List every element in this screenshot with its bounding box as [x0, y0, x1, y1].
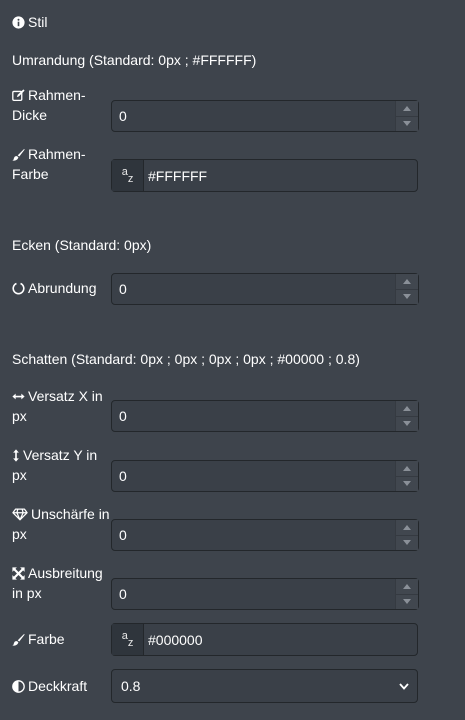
caret-up-icon: [403, 465, 411, 471]
caret-up-icon: [403, 278, 411, 284]
caret-up-icon: [403, 405, 411, 411]
border-color-value[interactable]: #FFFFFF: [144, 168, 207, 184]
offset-y-spinner[interactable]: [395, 461, 418, 491]
border-thickness-value[interactable]: 0: [112, 108, 395, 124]
increment-button[interactable]: [396, 101, 418, 117]
blur-label: Unschärfe in px: [12, 506, 110, 542]
decrement-button[interactable]: [396, 290, 418, 305]
increment-button[interactable]: [396, 274, 418, 290]
rounding-spinner[interactable]: [395, 274, 418, 304]
opacity-value[interactable]: 0.8: [112, 678, 140, 694]
offset-x-value[interactable]: 0: [112, 408, 395, 424]
arrows-horizontal-icon: [12, 390, 25, 403]
info-circle-icon: [12, 16, 25, 29]
spread-input[interactable]: 0: [111, 578, 419, 610]
style-title: Stil: [28, 14, 48, 30]
increment-button[interactable]: [396, 579, 418, 595]
caret-down-icon: [403, 481, 411, 487]
blur-value[interactable]: 0: [112, 527, 395, 543]
caret-down-icon: [403, 540, 411, 546]
offset-y-value[interactable]: 0: [112, 468, 395, 484]
caret-up-icon: [403, 524, 411, 530]
paint-brush-icon: [12, 633, 25, 646]
caret-down-icon: [403, 599, 411, 605]
offset-x-label: Versatz X in px: [12, 388, 103, 424]
blur-input[interactable]: 0: [111, 519, 419, 551]
opacity-label: Deckkraft: [12, 676, 87, 696]
rounding-input[interactable]: 0: [111, 273, 419, 305]
paint-brush-icon: [12, 148, 25, 161]
arrows-vertical-icon: [12, 449, 20, 462]
az-addon-icon: az: [112, 160, 144, 191]
spread-label: Ausbreitung in px: [12, 565, 103, 601]
opacity-select[interactable]: 0.8: [111, 669, 418, 703]
border-color-label: Rahmen- Farbe: [12, 146, 86, 182]
border-thickness-input[interactable]: 0: [111, 100, 419, 132]
caret-down-icon: [403, 294, 411, 300]
rounding-label: Abrundung: [12, 278, 97, 298]
rounding-value[interactable]: 0: [112, 281, 395, 297]
decrement-button[interactable]: [396, 417, 418, 432]
caret-down-icon: [403, 121, 411, 127]
blur-spinner[interactable]: [395, 520, 418, 550]
offset-y-input[interactable]: 0: [111, 460, 419, 492]
diamond-icon: [12, 508, 28, 521]
border-thickness-label: Rahmen- Dicke: [12, 87, 86, 123]
adjust-contrast-icon: [12, 680, 25, 693]
expand-arrows-icon: [12, 567, 25, 580]
chevron-down-icon: [399, 682, 409, 690]
az-addon-icon: az: [112, 624, 144, 655]
caret-down-icon: [403, 421, 411, 427]
decrement-button[interactable]: [396, 595, 418, 610]
offset-y-label: Versatz Y in px: [12, 447, 98, 483]
caret-up-icon: [403, 583, 411, 589]
edit-icon: [12, 89, 25, 102]
decrement-button[interactable]: [396, 117, 418, 132]
circle-notch-icon: [12, 282, 25, 295]
shadow-section-title: Schatten (Standard: 0px ; 0px ; 0px ; 0p…: [12, 351, 360, 367]
decrement-button[interactable]: [396, 477, 418, 492]
border-section-title: Umrandung (Standard: 0px ; #FFFFFF): [12, 52, 257, 68]
increment-button[interactable]: [396, 520, 418, 536]
shadow-color-value[interactable]: #000000: [144, 632, 203, 648]
border-color-input[interactable]: az #FFFFFF: [111, 159, 418, 192]
corners-section-title: Ecken (Standard: 0px): [12, 237, 152, 253]
caret-up-icon: [403, 105, 411, 111]
decrement-button[interactable]: [396, 536, 418, 551]
border-thickness-spinner[interactable]: [395, 101, 418, 131]
style-header: Stil: [12, 12, 47, 32]
spread-spinner[interactable]: [395, 579, 418, 609]
offset-x-input[interactable]: 0: [111, 400, 419, 432]
shadow-color-label: Farbe: [12, 629, 65, 649]
increment-button[interactable]: [396, 401, 418, 417]
offset-x-spinner[interactable]: [395, 401, 418, 431]
increment-button[interactable]: [396, 461, 418, 477]
shadow-color-input[interactable]: az #000000: [111, 623, 418, 656]
spread-value[interactable]: 0: [112, 586, 395, 602]
